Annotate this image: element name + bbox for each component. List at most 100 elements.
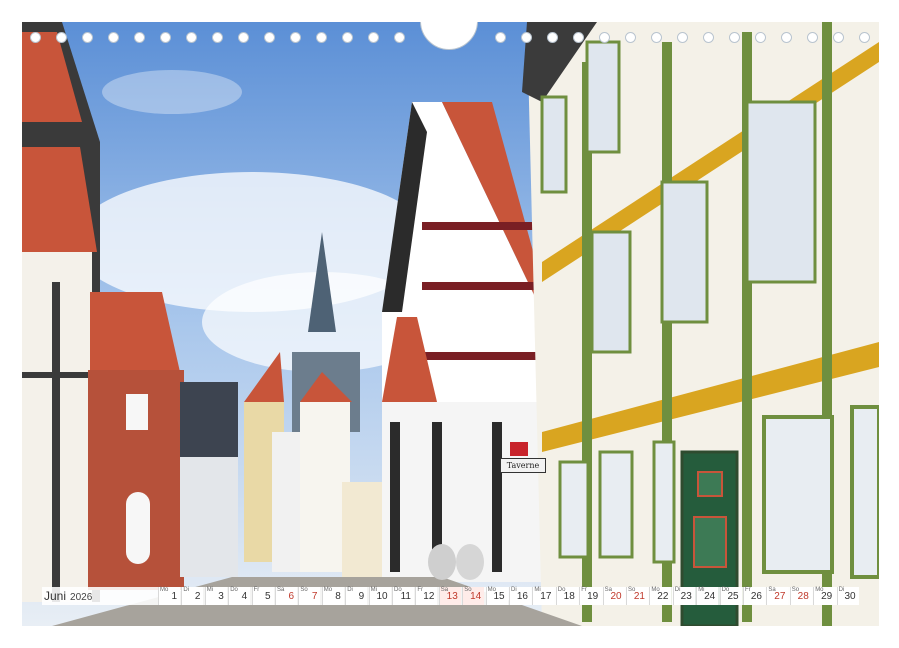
day-number: 12	[423, 591, 435, 602]
binding-hole	[521, 32, 532, 43]
calendar-day: Di 30	[836, 587, 859, 605]
calendar-day: Sa 27	[766, 587, 789, 605]
binding-hole	[599, 32, 610, 43]
weekday-label: Di	[183, 587, 190, 593]
calendar-day: Mi 24	[696, 587, 719, 605]
day-number: 16	[516, 591, 528, 602]
binding-hole	[30, 32, 41, 43]
day-number: 26	[750, 591, 762, 602]
calendar-day: Do 25	[719, 587, 742, 605]
calendar-day: Fr 19	[579, 587, 602, 605]
binding-hole	[677, 32, 688, 43]
binding-hole	[573, 32, 584, 43]
day-number: 28	[797, 591, 809, 602]
day-number: 30	[844, 591, 856, 602]
binding-hole	[547, 32, 558, 43]
weekday-label: Sa	[277, 587, 285, 593]
calendar-day: So 28	[789, 587, 812, 605]
calendar-page: Taverne Juni 2026 Mo 1 Di 2 Mi 3 Do 4 Fr 5 Sa 6 So 7 Mo…	[22, 22, 879, 626]
calendar-day: Mi 3	[204, 587, 227, 605]
day-number: 25	[727, 591, 739, 602]
binding-hole	[781, 32, 792, 43]
binding-hole	[186, 32, 197, 43]
weekday-label: Di	[674, 587, 681, 593]
weekday-label: Di	[511, 587, 517, 593]
calendar-day: Mo 15	[485, 587, 508, 605]
year-label: 2026	[70, 592, 93, 603]
calendar-day: So 21	[626, 587, 648, 605]
binding-hole	[625, 32, 636, 43]
weekday-label: Di	[838, 587, 845, 593]
binding-hole	[56, 32, 67, 43]
day-number: 24	[704, 591, 716, 602]
day-number: 9	[358, 591, 365, 602]
day-number: 27	[774, 591, 786, 602]
day-number: 7	[311, 591, 318, 602]
binding-hole	[264, 32, 275, 43]
day-number: 23	[680, 591, 692, 602]
calendar-day: Di 2	[181, 587, 204, 605]
day-number: 22	[657, 591, 669, 602]
binding-hole	[651, 32, 662, 43]
binding-hole	[833, 32, 844, 43]
binding-hole	[212, 32, 223, 43]
binding-hole	[729, 32, 740, 43]
day-number: 11	[400, 591, 411, 602]
binding-hole	[238, 32, 249, 43]
binding-hole	[342, 32, 353, 43]
calendar-day: So 7	[298, 587, 321, 605]
weekday-label: So	[300, 587, 308, 593]
calendar-day: Do 11	[392, 587, 414, 605]
day-number: 17	[540, 591, 552, 602]
calendar-day: Sa 13	[438, 587, 461, 605]
calendar-day: Do 4	[228, 587, 251, 605]
binding-hole	[82, 32, 93, 43]
binding-hole	[394, 32, 405, 43]
binding-hole	[316, 32, 327, 43]
calendar-day: Di 23	[672, 587, 695, 605]
day-number: 5	[265, 591, 271, 602]
binding-hole	[859, 32, 870, 43]
binding-hole	[368, 32, 379, 43]
binding-hole	[134, 32, 145, 43]
day-number: 21	[633, 591, 645, 602]
calendar-day: Fr 26	[743, 587, 765, 605]
weekday-label: Fr	[745, 587, 751, 593]
weekday-label: Mo	[323, 587, 333, 593]
binding-hole	[755, 32, 766, 43]
weekday-label: Do	[230, 587, 238, 593]
day-number: 19	[587, 591, 599, 602]
day-number: 6	[288, 591, 294, 602]
weekday-label: Di	[347, 587, 353, 593]
binding-hole	[108, 32, 119, 43]
day-number: 2	[194, 591, 201, 602]
calendar-day: Fr 5	[251, 587, 274, 605]
calendar-day: Mo 22	[649, 587, 672, 605]
calendar-day: Mi 17	[532, 587, 555, 605]
binding-hole	[290, 32, 301, 43]
weekday-label: Fr	[417, 587, 424, 593]
binding-hole	[703, 32, 714, 43]
binding-hole	[160, 32, 171, 43]
day-number: 13	[446, 591, 458, 602]
calendar-day: Sa 20	[602, 587, 625, 605]
day-number: 8	[335, 591, 341, 602]
street-photo	[22, 22, 879, 626]
calendar-day: Di 9	[345, 587, 368, 605]
day-number: 4	[241, 591, 248, 602]
calendar-day: Mi 10	[368, 587, 391, 605]
calendar-day: Sa 6	[275, 587, 297, 605]
month-name: Juni	[44, 589, 67, 603]
day-number: 3	[218, 591, 224, 602]
day-number: 20	[610, 591, 622, 602]
calendar-day: Di 16	[509, 587, 531, 605]
taverne-sign: Taverne	[500, 458, 546, 473]
day-number: 14	[470, 591, 482, 602]
day-number: 15	[493, 591, 505, 602]
calendar-day: Do 18	[555, 587, 578, 605]
weekday-label: Mo	[160, 587, 169, 593]
binding-hole	[807, 32, 818, 43]
calendar-day: Mo 29	[813, 587, 836, 605]
calendar-day: Mo 1	[158, 587, 180, 605]
calendar-day: Fr 12	[415, 587, 438, 605]
